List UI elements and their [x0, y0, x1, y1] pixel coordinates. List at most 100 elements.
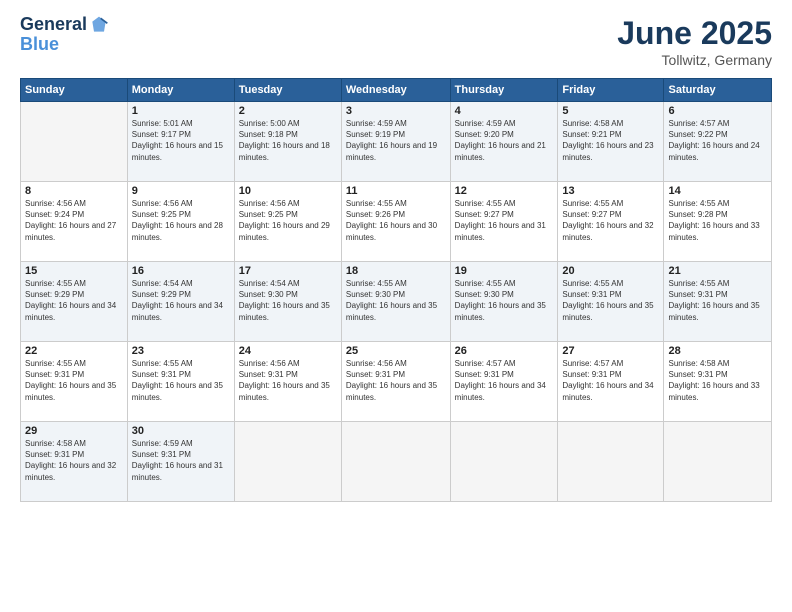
table-row: 12 Sunrise: 4:55 AMSunset: 9:27 PMDaylig…: [450, 182, 558, 262]
day-info: Sunrise: 4:55 AMSunset: 9:28 PMDaylight:…: [668, 199, 759, 242]
day-info: Sunrise: 4:58 AMSunset: 9:31 PMDaylight:…: [25, 439, 116, 482]
day-info: Sunrise: 4:54 AMSunset: 9:30 PMDaylight:…: [239, 279, 330, 322]
day-number: 20: [562, 265, 659, 277]
col-header-monday: Monday: [127, 79, 234, 102]
col-header-tuesday: Tuesday: [234, 79, 341, 102]
table-row: 3 Sunrise: 4:59 AMSunset: 9:19 PMDayligh…: [341, 102, 450, 182]
day-info: Sunrise: 4:56 AMSunset: 9:31 PMDaylight:…: [239, 359, 330, 402]
day-info: Sunrise: 4:59 AMSunset: 9:20 PMDaylight:…: [455, 119, 546, 162]
logo-text: General: [20, 15, 87, 35]
day-number: 5: [562, 105, 659, 117]
day-number: 30: [132, 425, 230, 437]
day-number: 23: [132, 345, 230, 357]
table-row: 23 Sunrise: 4:55 AMSunset: 9:31 PMDaylig…: [127, 342, 234, 422]
col-header-thursday: Thursday: [450, 79, 558, 102]
table-row: 2 Sunrise: 5:00 AMSunset: 9:18 PMDayligh…: [234, 102, 341, 182]
table-row: 5 Sunrise: 4:58 AMSunset: 9:21 PMDayligh…: [558, 102, 664, 182]
day-info: Sunrise: 4:57 AMSunset: 9:22 PMDaylight:…: [668, 119, 759, 162]
table-row: 19 Sunrise: 4:55 AMSunset: 9:30 PMDaylig…: [450, 262, 558, 342]
col-header-saturday: Saturday: [664, 79, 772, 102]
day-number: 27: [562, 345, 659, 357]
day-number: 11: [346, 185, 446, 197]
day-info: Sunrise: 4:55 AMSunset: 9:31 PMDaylight:…: [562, 279, 653, 322]
logo-blue: Blue: [20, 35, 109, 55]
day-info: Sunrise: 4:59 AMSunset: 9:19 PMDaylight:…: [346, 119, 437, 162]
col-header-sunday: Sunday: [21, 79, 128, 102]
table-row: 24 Sunrise: 4:56 AMSunset: 9:31 PMDaylig…: [234, 342, 341, 422]
day-number: 13: [562, 185, 659, 197]
day-info: Sunrise: 4:55 AMSunset: 9:29 PMDaylight:…: [25, 279, 116, 322]
table-row: [21, 102, 128, 182]
day-info: Sunrise: 4:58 AMSunset: 9:21 PMDaylight:…: [562, 119, 653, 162]
day-number: 24: [239, 345, 337, 357]
header: General Blue June 2025 Tollwitz, Germany: [20, 15, 772, 68]
day-info: Sunrise: 4:57 AMSunset: 9:31 PMDaylight:…: [562, 359, 653, 402]
day-number: 19: [455, 265, 554, 277]
table-row: 1 Sunrise: 5:01 AMSunset: 9:17 PMDayligh…: [127, 102, 234, 182]
day-info: Sunrise: 5:00 AMSunset: 9:18 PMDaylight:…: [239, 119, 330, 162]
table-row: [234, 422, 341, 502]
table-row: 21 Sunrise: 4:55 AMSunset: 9:31 PMDaylig…: [664, 262, 772, 342]
day-info: Sunrise: 4:56 AMSunset: 9:24 PMDaylight:…: [25, 199, 116, 242]
table-row: 15 Sunrise: 4:55 AMSunset: 9:29 PMDaylig…: [21, 262, 128, 342]
day-number: 17: [239, 265, 337, 277]
day-number: 4: [455, 105, 554, 117]
table-row: 16 Sunrise: 4:54 AMSunset: 9:29 PMDaylig…: [127, 262, 234, 342]
day-number: 1: [132, 105, 230, 117]
table-row: 29 Sunrise: 4:58 AMSunset: 9:31 PMDaylig…: [21, 422, 128, 502]
table-row: 20 Sunrise: 4:55 AMSunset: 9:31 PMDaylig…: [558, 262, 664, 342]
day-info: Sunrise: 4:58 AMSunset: 9:31 PMDaylight:…: [668, 359, 759, 402]
table-row: 26 Sunrise: 4:57 AMSunset: 9:31 PMDaylig…: [450, 342, 558, 422]
day-info: Sunrise: 4:55 AMSunset: 9:30 PMDaylight:…: [455, 279, 546, 322]
day-number: 12: [455, 185, 554, 197]
day-info: Sunrise: 5:01 AMSunset: 9:17 PMDaylight:…: [132, 119, 223, 162]
day-number: 21: [668, 265, 767, 277]
table-row: 17 Sunrise: 4:54 AMSunset: 9:30 PMDaylig…: [234, 262, 341, 342]
day-info: Sunrise: 4:55 AMSunset: 9:27 PMDaylight:…: [455, 199, 546, 242]
day-info: Sunrise: 4:55 AMSunset: 9:27 PMDaylight:…: [562, 199, 653, 242]
day-number: 9: [132, 185, 230, 197]
day-number: 2: [239, 105, 337, 117]
day-number: 25: [346, 345, 446, 357]
day-info: Sunrise: 4:57 AMSunset: 9:31 PMDaylight:…: [455, 359, 546, 402]
day-info: Sunrise: 4:55 AMSunset: 9:31 PMDaylight:…: [132, 359, 223, 402]
day-info: Sunrise: 4:55 AMSunset: 9:30 PMDaylight:…: [346, 279, 437, 322]
logo: General Blue: [20, 15, 109, 55]
calendar-table: SundayMondayTuesdayWednesdayThursdayFrid…: [20, 78, 772, 502]
table-row: 13 Sunrise: 4:55 AMSunset: 9:27 PMDaylig…: [558, 182, 664, 262]
day-number: 28: [668, 345, 767, 357]
title-block: June 2025 Tollwitz, Germany: [617, 15, 772, 68]
day-info: Sunrise: 4:55 AMSunset: 9:31 PMDaylight:…: [668, 279, 759, 322]
day-number: 6: [668, 105, 767, 117]
table-row: 22 Sunrise: 4:55 AMSunset: 9:31 PMDaylig…: [21, 342, 128, 422]
day-info: Sunrise: 4:56 AMSunset: 9:31 PMDaylight:…: [346, 359, 437, 402]
table-row: 8 Sunrise: 4:56 AMSunset: 9:24 PMDayligh…: [21, 182, 128, 262]
day-number: 16: [132, 265, 230, 277]
location: Tollwitz, Germany: [617, 52, 772, 68]
col-header-friday: Friday: [558, 79, 664, 102]
table-row: [450, 422, 558, 502]
day-number: 3: [346, 105, 446, 117]
day-number: 10: [239, 185, 337, 197]
table-row: 9 Sunrise: 4:56 AMSunset: 9:25 PMDayligh…: [127, 182, 234, 262]
table-row: 4 Sunrise: 4:59 AMSunset: 9:20 PMDayligh…: [450, 102, 558, 182]
table-row: 11 Sunrise: 4:55 AMSunset: 9:26 PMDaylig…: [341, 182, 450, 262]
day-number: 18: [346, 265, 446, 277]
day-info: Sunrise: 4:59 AMSunset: 9:31 PMDaylight:…: [132, 439, 223, 482]
day-info: Sunrise: 4:55 AMSunset: 9:26 PMDaylight:…: [346, 199, 437, 242]
day-number: 22: [25, 345, 123, 357]
table-row: [664, 422, 772, 502]
month-title: June 2025: [617, 15, 772, 52]
day-info: Sunrise: 4:54 AMSunset: 9:29 PMDaylight:…: [132, 279, 223, 322]
table-row: 30 Sunrise: 4:59 AMSunset: 9:31 PMDaylig…: [127, 422, 234, 502]
table-row: [558, 422, 664, 502]
day-info: Sunrise: 4:56 AMSunset: 9:25 PMDaylight:…: [132, 199, 223, 242]
table-row: 27 Sunrise: 4:57 AMSunset: 9:31 PMDaylig…: [558, 342, 664, 422]
table-row: 10 Sunrise: 4:56 AMSunset: 9:25 PMDaylig…: [234, 182, 341, 262]
day-info: Sunrise: 4:55 AMSunset: 9:31 PMDaylight:…: [25, 359, 116, 402]
day-info: Sunrise: 4:56 AMSunset: 9:25 PMDaylight:…: [239, 199, 330, 242]
table-row: 14 Sunrise: 4:55 AMSunset: 9:28 PMDaylig…: [664, 182, 772, 262]
col-header-wednesday: Wednesday: [341, 79, 450, 102]
table-row: 25 Sunrise: 4:56 AMSunset: 9:31 PMDaylig…: [341, 342, 450, 422]
day-number: 15: [25, 265, 123, 277]
